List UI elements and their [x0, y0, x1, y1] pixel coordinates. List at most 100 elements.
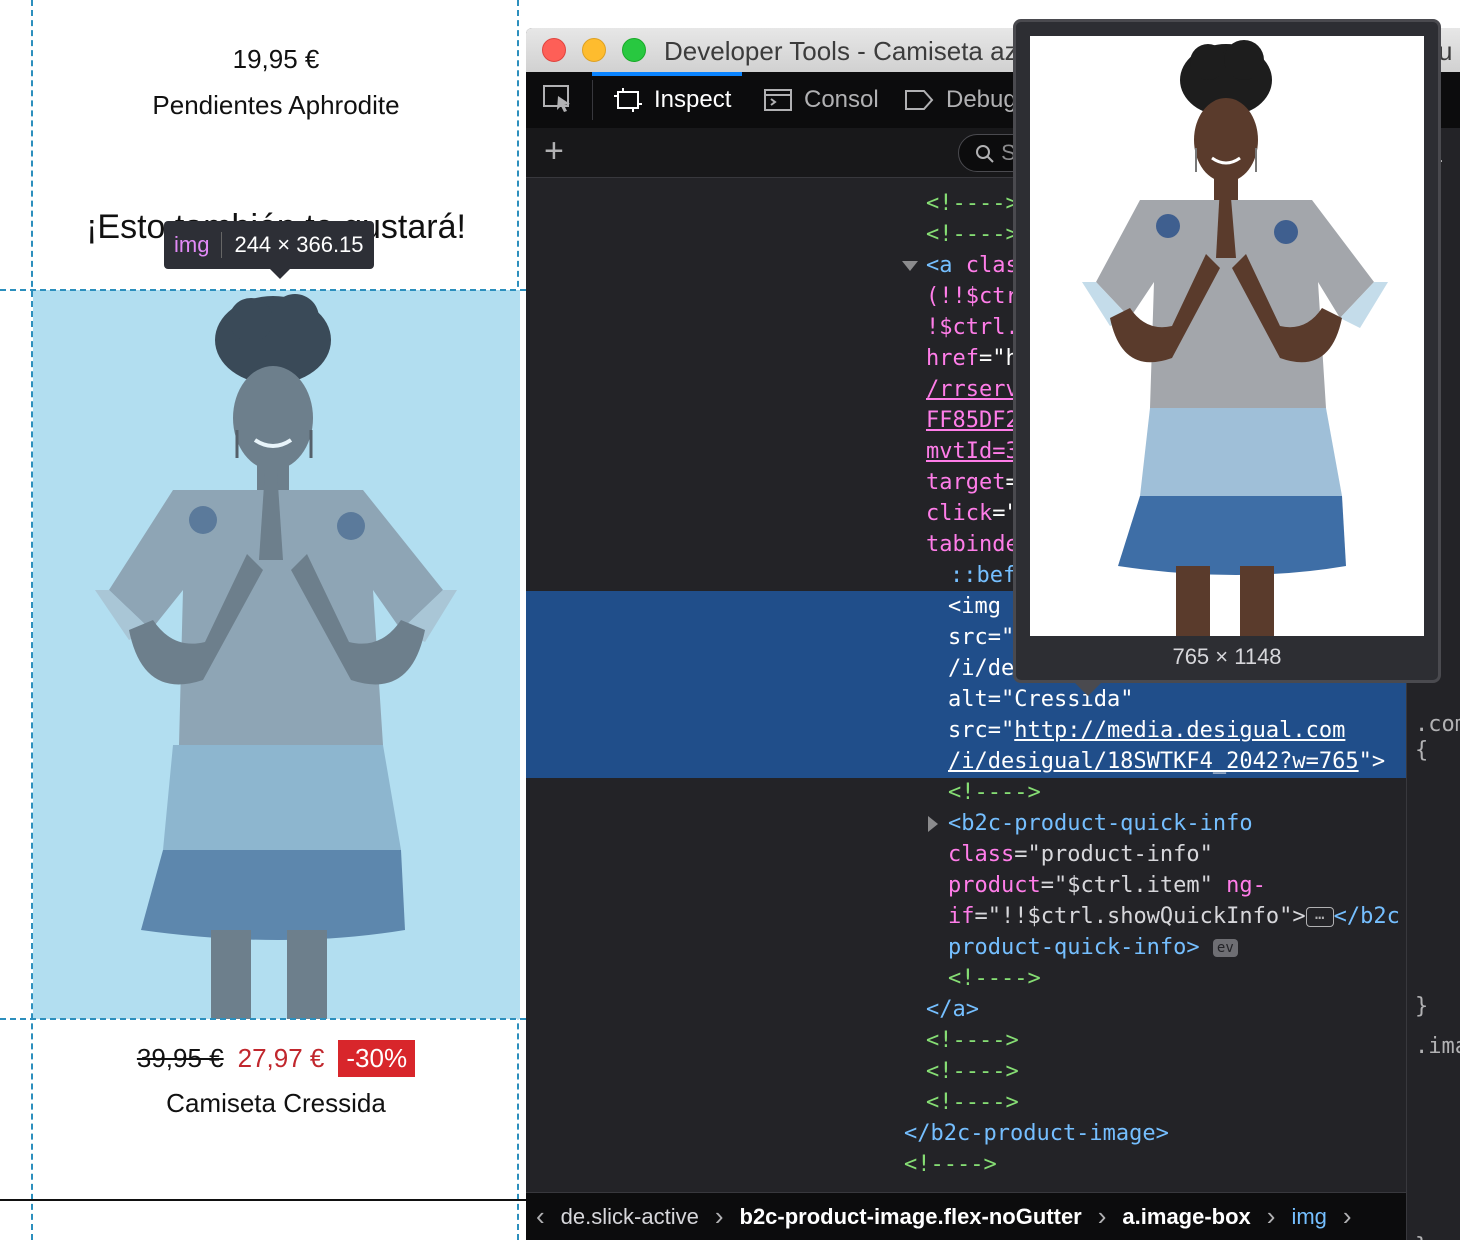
markup-line[interactable]: class="product-info" [526, 839, 1406, 870]
attr-value: =" [987, 718, 1015, 743]
event-badge[interactable]: ev [1212, 939, 1238, 957]
attr-name: ng- [1226, 873, 1266, 898]
breadcrumb-item[interactable]: de.slick-active [555, 1204, 705, 1230]
markup-line-quick-info[interactable]: <b2c-product-quick-info [526, 808, 1406, 839]
markup-line[interactable]: <!----> [526, 777, 1406, 808]
attr-value: ="Cressida" [987, 687, 1134, 712]
product-image-highlighted[interactable] [33, 290, 520, 1019]
image-src-link[interactable]: /i/desigual/18SWTKF4_2042?w=765 [948, 749, 1359, 774]
product-name[interactable]: Camiseta Cressida [32, 1088, 520, 1119]
guide-line-bottom [0, 1018, 526, 1020]
markup-line[interactable]: </b2c-product-image> [526, 1118, 1406, 1149]
rule-brace: { [1415, 738, 1429, 763]
expand-icon[interactable] [928, 816, 938, 832]
close-window-button[interactable] [542, 38, 566, 62]
attr-name: tabinde [926, 532, 1019, 557]
breadcrumb-item-current[interactable]: img [1285, 1204, 1332, 1230]
minimize-window-button[interactable] [582, 38, 606, 62]
rule-selector[interactable]: .ima [1415, 1034, 1460, 1059]
comment-node: <!----> [926, 1090, 1019, 1115]
attr-name: product [948, 873, 1041, 898]
tag-close: </a> [926, 997, 979, 1022]
tag-close: </b2c [1333, 904, 1400, 929]
tab-debugger[interactable]: Debug [904, 72, 1017, 128]
markup-line[interactable]: </a> [526, 994, 1406, 1025]
tab-console-label: Consol [804, 86, 879, 113]
attr-link[interactable]: mvtId=3 [926, 439, 1019, 464]
console-icon [764, 89, 792, 111]
image-preview-tooltip: 765 × 1148 [1013, 19, 1441, 696]
tab-debugger-label: Debug [946, 86, 1017, 113]
tab-inspector-label: Inspect [654, 86, 732, 113]
attr-value: =" [987, 625, 1015, 650]
attr-value: ="product-info" [1014, 842, 1213, 867]
image-src-link[interactable]: http://media.desigual.com [1014, 718, 1345, 743]
rule-selector[interactable]: .com [1415, 712, 1460, 737]
tab-separator [592, 80, 593, 120]
price-row: 39,95 € 27,97 € -30% [32, 1040, 520, 1077]
markup-line[interactable]: product="$ctrl.item" ng- [526, 870, 1406, 901]
element-picker-icon[interactable] [542, 84, 574, 114]
markup-line[interactable]: product-quick-info> ev [526, 932, 1406, 963]
attr-value: (!!$ctr [926, 284, 1019, 309]
tab-inspector[interactable]: Inspect [614, 72, 731, 128]
attr-name: clas [965, 253, 1019, 278]
search-icon [976, 145, 994, 163]
model-photo-illustration [95, 294, 457, 1019]
breadcrumb-item[interactable]: a.image-box [1116, 1204, 1256, 1230]
chevron-right-icon: › [714, 1201, 724, 1231]
comment-node: <!----> [904, 1152, 997, 1177]
comment-node: <!----> [948, 780, 1041, 805]
comment-node: <!----> [948, 966, 1041, 991]
attr-name: class [948, 842, 1015, 867]
top-product-price: 19,95 € [232, 44, 320, 74]
sale-price: 27,97 € [237, 1043, 325, 1073]
comment-node: <!----> [926, 191, 1019, 216]
preview-dimensions: 765 × 1148 [1172, 644, 1282, 669]
attr-value: /i/de [948, 656, 1015, 681]
window-title: Developer Tools - Camiseta az [664, 36, 1018, 66]
comment-node: <!----> [926, 222, 1019, 247]
attr-value: ="!!$ctrl.showQuickInfo"> [974, 904, 1306, 929]
inspector-icon [614, 88, 642, 112]
chevron-left-icon[interactable]: ‹ [526, 1201, 555, 1232]
preview-pointer [1074, 682, 1102, 696]
tag-name: product-quick-info> [948, 935, 1200, 960]
attr-name: alt [948, 687, 988, 712]
selected-node-line[interactable]: alt="Cressida" [526, 684, 1406, 715]
top-product-name[interactable]: Pendientes Aphrodite [32, 90, 520, 121]
collapse-icon[interactable] [902, 261, 918, 271]
tag-close: "> [1358, 749, 1386, 774]
guide-line-top [0, 289, 526, 291]
divider [0, 1199, 526, 1201]
pseudo-element: ::bef [950, 563, 1017, 588]
attr-name: if [948, 904, 975, 929]
breadcrumb-item[interactable]: b2c-product-image.flex-noGutter [734, 1204, 1088, 1230]
tag-name: <img [948, 594, 1001, 619]
markup-line[interactable]: <!----> [526, 1087, 1406, 1118]
zoom-window-button[interactable] [622, 38, 646, 62]
markup-line[interactable]: <!----> [526, 1025, 1406, 1056]
attr-name: target [926, 470, 1006, 495]
web-page: 19,95 € Pendientes Aphrodite ¡Esto tambi… [0, 0, 526, 1240]
selected-node-line[interactable]: /i/desigual/18SWTKF4_2042?w=765"> [526, 746, 1406, 778]
markup-line[interactable]: <!----> [526, 963, 1406, 994]
attr-name: src [948, 718, 988, 743]
add-node-icon[interactable]: + [544, 134, 564, 168]
attr-link[interactable]: FF85DF2 [926, 408, 1019, 433]
markup-line[interactable]: if="!!$ctrl.showQuickInfo">… </b2c [526, 901, 1406, 932]
tooltip-dimensions: 244 × 366.15 [234, 232, 364, 257]
selected-node-line[interactable]: src="http://media.desigual.com [526, 715, 1406, 746]
tooltip-tag-name: img [174, 232, 223, 258]
comment-node: <!----> [926, 1028, 1019, 1053]
tab-console[interactable]: Consol [764, 72, 879, 128]
chevron-right-icon[interactable]: › [1333, 1201, 1362, 1232]
chevron-right-icon: › [1266, 1201, 1276, 1231]
markup-line[interactable]: <!----> [526, 1056, 1406, 1087]
attr-link[interactable]: /rrserv [926, 377, 1019, 402]
attr-value: ="$ctrl.item" [1040, 873, 1213, 898]
comment-node: <!----> [926, 1059, 1019, 1084]
attr-name: href [926, 346, 979, 371]
collapsed-children-icon[interactable]: … [1305, 906, 1334, 927]
markup-line[interactable]: <!----> [526, 1149, 1406, 1180]
